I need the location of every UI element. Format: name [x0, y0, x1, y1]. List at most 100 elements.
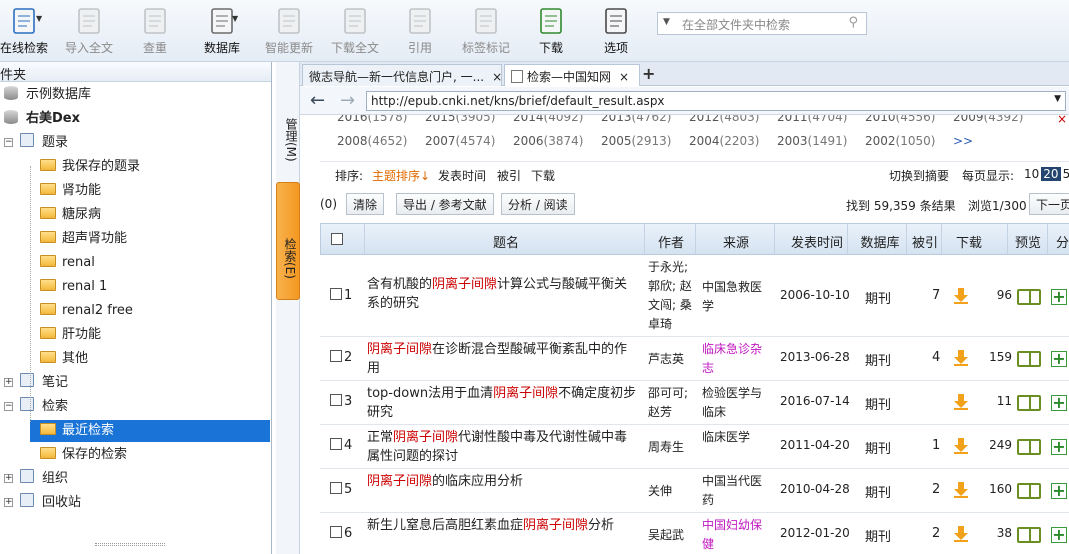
row-select[interactable]: 6	[330, 526, 352, 541]
folder-search-input[interactable]: ▼ 在全部文件夹中检索 ⚲	[657, 12, 867, 35]
row-select[interactable]: 1	[330, 288, 352, 303]
download-icon[interactable]	[952, 437, 968, 454]
preview-book-icon[interactable]	[1017, 527, 1041, 543]
select-all-checkbox[interactable]	[331, 233, 343, 245]
tree-expander-icon[interactable]: −	[4, 402, 13, 411]
column-header[interactable]: 下载	[943, 232, 995, 251]
column-header[interactable]: 作者	[646, 232, 696, 251]
result-title-link[interactable]: 含有机酸的阴离子间隙计算公式与酸碱平衡关系的研究	[367, 275, 637, 313]
tree-item[interactable]: 超声肾功能	[40, 228, 127, 250]
column-header[interactable]: 数据库	[849, 232, 911, 251]
tree-item[interactable]: 最近检索	[30, 420, 270, 442]
source-link[interactable]: 中国妇幼保健	[702, 516, 768, 554]
analyze-button[interactable]: 分析 / 阅读	[501, 193, 575, 215]
close-tab-icon[interactable]: ×	[619, 70, 629, 84]
year-filter-item[interactable]: 2005(2913)	[601, 134, 671, 148]
row-select[interactable]: 3	[330, 394, 352, 409]
download-icon[interactable]	[952, 525, 968, 542]
share-plus-icon[interactable]: +	[1051, 395, 1067, 411]
row-checkbox[interactable]	[330, 438, 342, 450]
share-plus-icon[interactable]: +	[1051, 483, 1067, 499]
forward-button[interactable]: →	[340, 90, 355, 111]
download-icon[interactable]	[952, 393, 968, 410]
cited-count[interactable]: 1	[932, 438, 940, 453]
author-link[interactable]: 关伸	[648, 482, 696, 501]
new-tab-button[interactable]: +	[642, 64, 655, 83]
switch-to-abstract[interactable]: 切换到摘要	[889, 167, 949, 184]
row-select[interactable]: 2	[330, 350, 352, 365]
result-title-link[interactable]: 正常阴离子间隙代谢性酸中毒及代谢性碱中毒属性问题的探讨	[367, 428, 637, 466]
search-icon[interactable]: ⚲	[848, 15, 858, 30]
row-select[interactable]: 5	[330, 482, 352, 497]
search-scope-dropdown-icon[interactable]: ▼	[663, 17, 670, 27]
sort-by-topic[interactable]: 主题排序↓	[372, 167, 430, 184]
tree-item[interactable]: + 笔记	[4, 372, 68, 394]
dedupe-button[interactable]: 查重	[123, 4, 187, 56]
year-filter-item[interactable]: 2011(4704)	[777, 115, 847, 124]
tree-expander-icon[interactable]: +	[4, 378, 13, 387]
share-plus-icon[interactable]: +	[1051, 351, 1067, 367]
source-link[interactable]: 检验医学与临床	[702, 384, 768, 422]
tab-search[interactable]: 检索(E)	[276, 182, 300, 300]
chevron-down-icon[interactable]: ▼	[232, 14, 238, 23]
url-dropdown-icon[interactable]: ▼	[1054, 94, 1061, 104]
share-plus-icon[interactable]: +	[1051, 439, 1067, 455]
sort-by-date[interactable]: 发表时间	[438, 167, 486, 184]
download-button[interactable]: 下载	[519, 4, 583, 56]
cited-count[interactable]: 2	[932, 526, 940, 541]
sort-by-downloads[interactable]: 下载	[531, 167, 555, 184]
year-filter-item[interactable]: 2008(4652)	[337, 134, 407, 148]
source-link[interactable]: 临床急诊杂志	[702, 340, 768, 378]
tree-item[interactable]: 肾功能	[40, 180, 101, 202]
column-header[interactable]: 被引	[908, 232, 942, 251]
year-filter-item[interactable]: 2015(3905)	[425, 115, 495, 124]
year-filter-item[interactable]: 2004(2203)	[689, 134, 759, 148]
tree-item[interactable]: 我保存的题录	[40, 156, 140, 178]
author-link[interactable]: 周寿生	[648, 438, 696, 457]
tag-button[interactable]: 标签标记	[454, 4, 518, 56]
source-link[interactable]: 中国急救医学	[702, 278, 768, 316]
result-title-link[interactable]: top-down法用于血清阴离子间隙不确定度初步研究	[367, 384, 637, 422]
preview-book-icon[interactable]	[1017, 395, 1041, 411]
result-title-link[interactable]: 阴离子间隙的临床应用分析	[367, 472, 637, 491]
author-link[interactable]: 邵可可; 赵芳	[648, 384, 696, 422]
result-title-link[interactable]: 新生儿窒息后高胆红素血症阴离子间隙分析	[367, 516, 637, 535]
tree-item[interactable]: − 题录	[4, 132, 68, 154]
next-page-button[interactable]: 下一页	[1029, 193, 1069, 215]
year-filter-item[interactable]: 2006(3874)	[513, 134, 583, 148]
row-checkbox[interactable]	[330, 394, 342, 406]
tree-item[interactable]: renal 1	[40, 276, 107, 298]
column-header[interactable]: 题名	[366, 232, 646, 251]
per-page-option[interactable]: 20	[1041, 167, 1061, 181]
close-icon[interactable]: ×	[1057, 115, 1067, 126]
tab-manage[interactable]: 管理(M)	[276, 92, 300, 182]
tree-item[interactable]: 保存的检索	[40, 444, 127, 466]
browser-tab-portal[interactable]: 微志导航—新一代信息门户, 一... ×	[302, 64, 502, 86]
row-checkbox[interactable]	[330, 526, 342, 538]
import-button[interactable]: 导入全文	[57, 4, 121, 56]
year-filter-item[interactable]: 2003(1491)	[777, 134, 847, 148]
cited-count[interactable]: 2	[932, 482, 940, 497]
year-filter-item[interactable]: 2012(4803)	[689, 115, 759, 124]
year-filter-item[interactable]: 2009(4392)	[953, 115, 1023, 124]
per-page-option[interactable]: 10	[1022, 167, 1041, 181]
tree-item[interactable]: + 回收站	[4, 492, 81, 514]
online-search-button[interactable]: 在线检索	[0, 4, 56, 56]
column-header[interactable]: 分享	[1049, 232, 1069, 251]
download-fulltext-button[interactable]: 下载全文	[323, 4, 387, 56]
browser-tab-cnki[interactable]: 检索—中国知网 ×	[504, 64, 640, 86]
year-filter-item[interactable]: 2002(1050)	[865, 134, 935, 148]
smart-update-button[interactable]: 智能更新	[257, 4, 321, 56]
tree-item[interactable]: 糖尿病	[40, 204, 101, 226]
row-select[interactable]: 4	[330, 438, 352, 453]
tree-expander-icon[interactable]: +	[4, 498, 13, 507]
download-icon[interactable]	[952, 349, 968, 366]
clear-button[interactable]: 清除	[346, 193, 385, 215]
panel-resize-grip[interactable]	[95, 543, 165, 546]
database-button[interactable]: 数据库	[190, 4, 254, 56]
sort-by-cited[interactable]: 被引	[497, 167, 521, 184]
download-icon[interactable]	[952, 287, 968, 304]
cited-count[interactable]: 7	[932, 288, 940, 303]
share-plus-icon[interactable]: +	[1051, 289, 1067, 305]
url-input[interactable]: http://epub.cnki.net/kns/brief/default_r…	[366, 91, 1066, 111]
